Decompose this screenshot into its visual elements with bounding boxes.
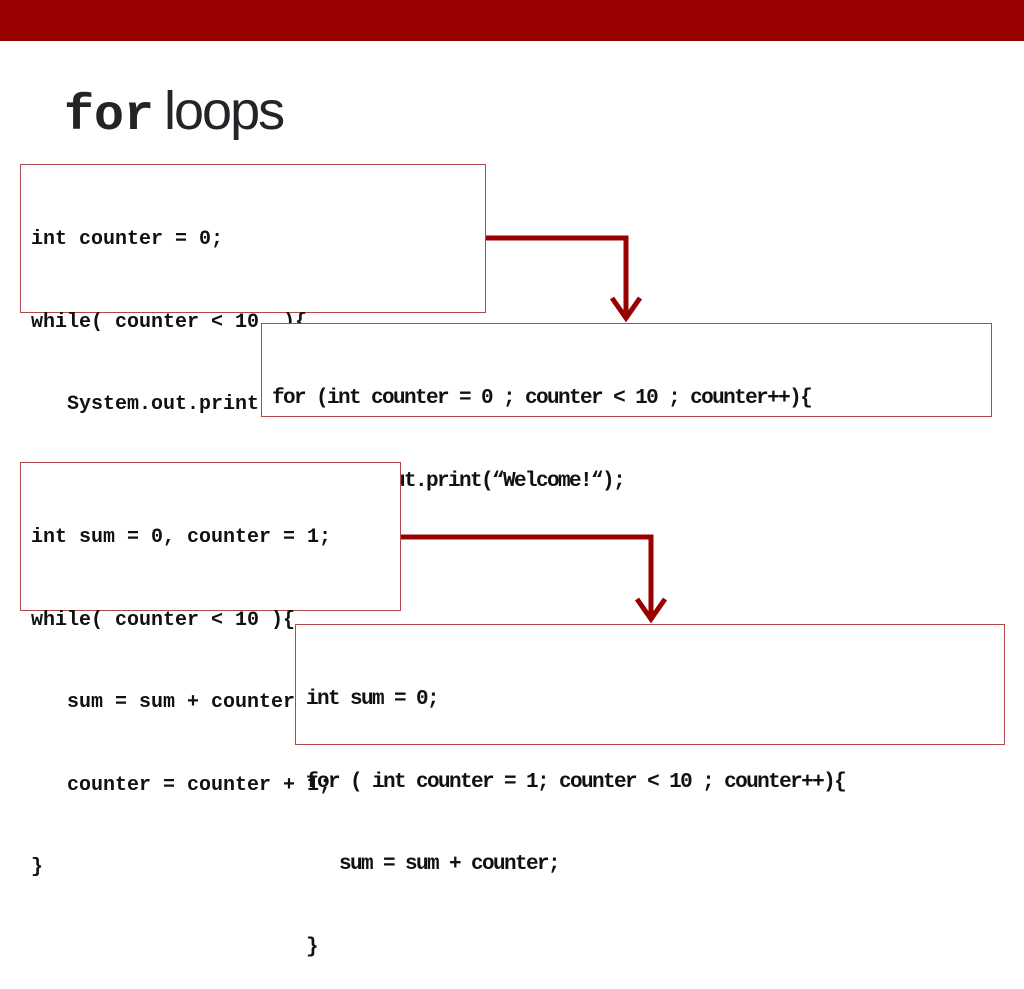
code-line: int sum = 0, counter = 1; — [31, 526, 332, 549]
while-loop-code-box: int counter = 0; while( counter < 10 ){ … — [20, 164, 486, 581]
code-line: for (int counter = 0 ; counter < 10 ; co… — [272, 387, 813, 410]
arrow-right-then-down-icon — [486, 235, 643, 323]
title-keyword: for — [64, 88, 155, 145]
slide-title: for loops — [64, 80, 285, 150]
while-loop-sum-code-box: int sum = 0, counter = 1; while( counter… — [20, 462, 401, 879]
header-bar — [0, 0, 1024, 41]
code-line: int counter = 0; — [31, 228, 224, 251]
code-line: for ( int counter = 1; counter < 10 ; co… — [306, 770, 847, 794]
code-line: int sum = 0; — [306, 688, 440, 711]
for-loop-code-box: for (int counter = 0 ; counter < 10 ; co… — [261, 323, 992, 575]
title-text: loops — [164, 81, 285, 141]
for-loop-sum-code-box: int sum = 0; for ( int counter = 1; coun… — [295, 624, 1005, 959]
code-line: sum = sum + counter; — [306, 853, 561, 876]
code-line: } — [306, 935, 319, 959]
